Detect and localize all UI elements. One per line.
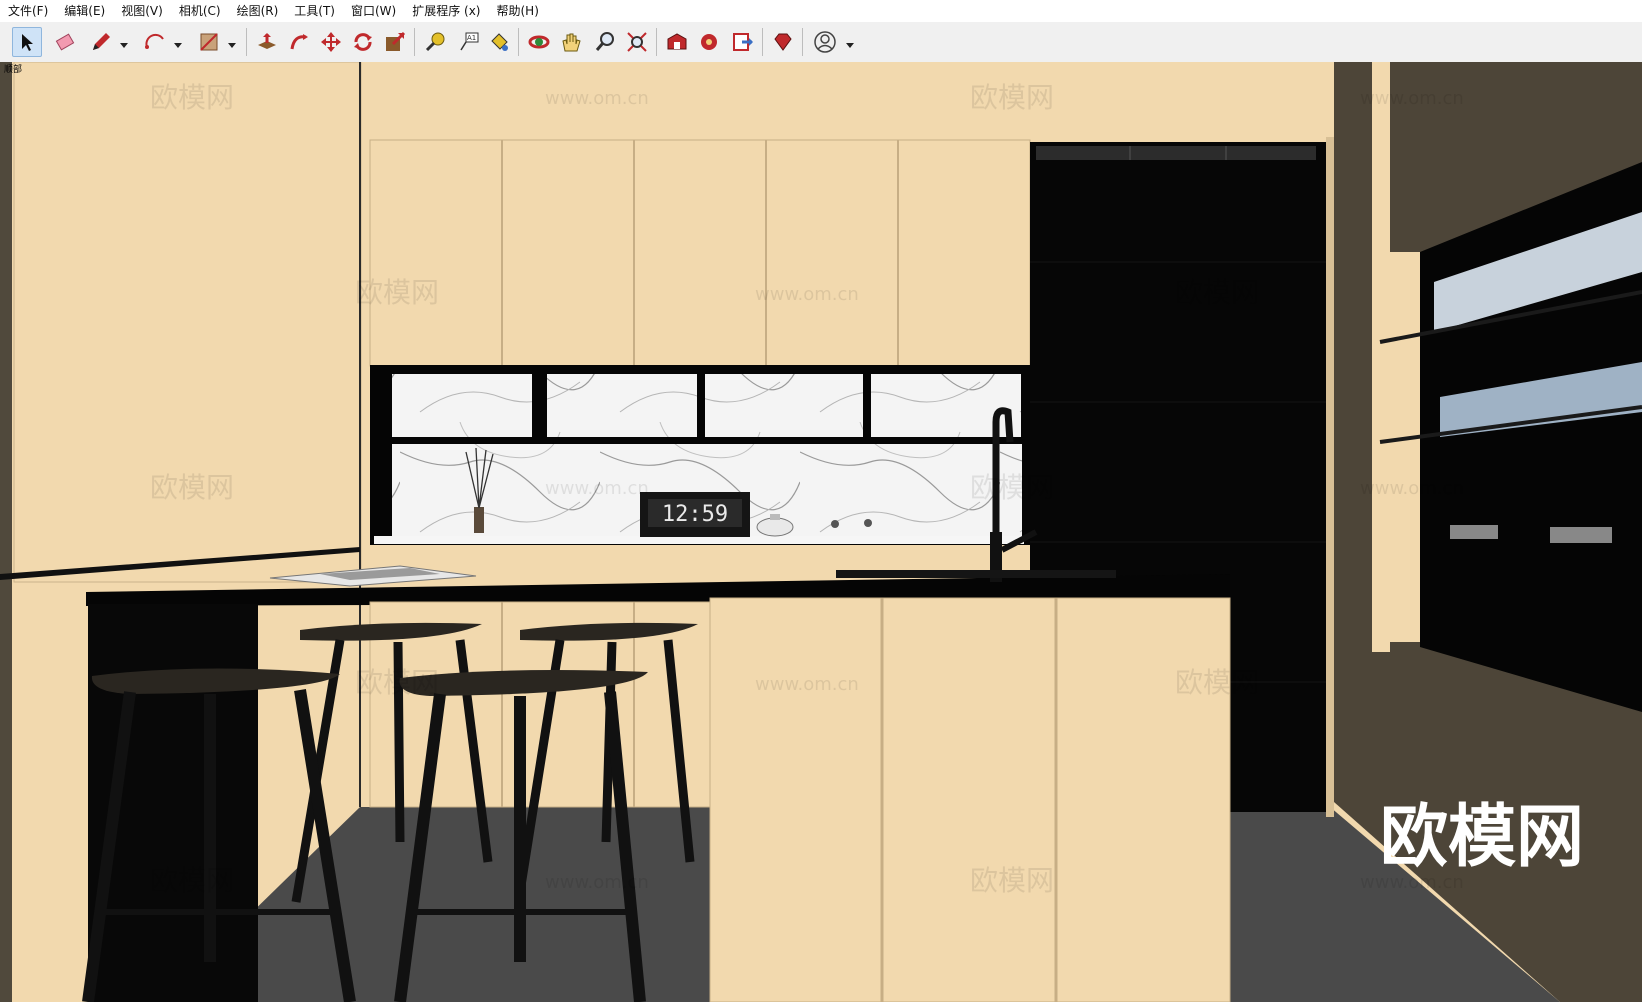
menu-window[interactable]: 窗口(W) <box>343 0 404 22</box>
toolbar-separator <box>802 28 803 56</box>
scene-tab-label[interactable]: 顺部 <box>4 62 22 75</box>
island-front-doors <box>709 597 1231 1002</box>
eraser-icon[interactable] <box>50 27 80 57</box>
svg-text:欧模网: 欧模网 <box>970 81 1054 114</box>
svg-text:欧模网: 欧模网 <box>970 471 1054 504</box>
svg-text:www.om.cn: www.om.cn <box>755 674 859 695</box>
svg-text:欧模网: 欧模网 <box>1175 276 1259 309</box>
site-logo: 欧模网 <box>1380 798 1584 877</box>
svg-text:www.om.cn: www.om.cn <box>545 478 649 499</box>
upper-cabinets <box>369 139 1031 367</box>
menu-draw[interactable]: 绘图(R) <box>229 0 287 22</box>
left-tall-panel <box>13 62 362 583</box>
clock-time: 12:59 <box>662 502 728 527</box>
arc-icon[interactable] <box>140 27 170 57</box>
side-shelf-frame <box>1390 252 1420 642</box>
zoom-icon[interactable] <box>590 27 620 57</box>
followme-icon[interactable] <box>284 27 314 57</box>
svg-text:www.om.cn: www.om.cn <box>545 88 649 109</box>
pan-icon[interactable] <box>556 27 586 57</box>
menu-file[interactable]: 文件(F) <box>0 0 56 22</box>
orbit-icon[interactable] <box>524 27 554 57</box>
svg-text:www.om.cn: www.om.cn <box>1360 478 1464 499</box>
backsplash-shelf <box>374 536 1024 544</box>
user-account-dropdown-icon[interactable] <box>844 36 856 48</box>
user-account-icon[interactable] <box>810 27 840 57</box>
shape-dropdown-icon[interactable] <box>226 36 238 48</box>
side-wall-panel <box>1372 62 1390 652</box>
shape-icon[interactable] <box>194 27 224 57</box>
pencil-icon[interactable] <box>86 27 116 57</box>
menu-bar: 文件(F) 编辑(E) 视图(V) 相机(C) 绘图(R) 工具(T) 窗口(W… <box>0 0 1642 22</box>
svg-text:欧模网: 欧模网 <box>355 276 439 309</box>
ruby-icon[interactable] <box>768 27 798 57</box>
marble-upper-panels <box>392 374 1021 437</box>
menu-extensions[interactable]: 扩展程序 (x) <box>404 0 488 22</box>
text-label-icon[interactable]: A1 <box>454 27 484 57</box>
toolbar-separator <box>656 28 657 56</box>
svg-text:www.om.cn: www.om.cn <box>545 872 649 893</box>
zoom-extents-icon[interactable] <box>622 27 652 57</box>
scale-icon[interactable] <box>380 27 410 57</box>
model-viewport[interactable]: 12:59 欧模网 www.om.cn 欧模网 www.om.cn 欧模网 ww… <box>0 62 1642 1002</box>
menu-tools[interactable]: 工具(T) <box>286 0 343 22</box>
toolbar-separator <box>518 28 519 56</box>
cabinet-side-panel <box>1326 137 1334 817</box>
pushpull-icon[interactable] <box>252 27 282 57</box>
extension-warehouse-icon[interactable] <box>694 27 724 57</box>
select-icon[interactable] <box>12 27 42 57</box>
menu-view[interactable]: 视图(V) <box>113 0 171 22</box>
rotate-icon[interactable] <box>348 27 378 57</box>
svg-text:欧模网: 欧模网 <box>150 864 234 897</box>
menu-help[interactable]: 帮助(H) <box>488 0 546 22</box>
toolbar-separator <box>414 28 415 56</box>
flip-clock: 12:59 <box>640 492 750 537</box>
paint-bucket-icon[interactable] <box>484 27 514 57</box>
send-to-layout-icon[interactable] <box>728 27 758 57</box>
menu-camera[interactable]: 相机(C) <box>171 0 229 22</box>
left-wall-edge <box>0 62 12 1002</box>
svg-text:欧模网: 欧模网 <box>150 471 234 504</box>
pencil-dropdown-icon[interactable] <box>118 36 130 48</box>
svg-text:www.om.cn: www.om.cn <box>755 284 859 305</box>
move-icon[interactable] <box>316 27 346 57</box>
warehouse-icon[interactable] <box>662 27 692 57</box>
menu-edit[interactable]: 编辑(E) <box>56 0 113 22</box>
svg-text:A1: A1 <box>467 34 476 42</box>
svg-text:欧模网: 欧模网 <box>150 81 234 114</box>
tape-measure-icon[interactable] <box>420 27 450 57</box>
svg-text:欧模网: 欧模网 <box>970 864 1054 897</box>
toolbar: A1 <box>0 22 1642 63</box>
svg-text:www.om.cn: www.om.cn <box>1360 88 1464 109</box>
toolbar-separator <box>762 28 763 56</box>
svg-text:欧模网: 欧模网 <box>1175 666 1259 699</box>
svg-text:欧模网: 欧模网 <box>355 666 439 699</box>
arc-dropdown-icon[interactable] <box>172 36 184 48</box>
toolbar-separator <box>246 28 247 56</box>
